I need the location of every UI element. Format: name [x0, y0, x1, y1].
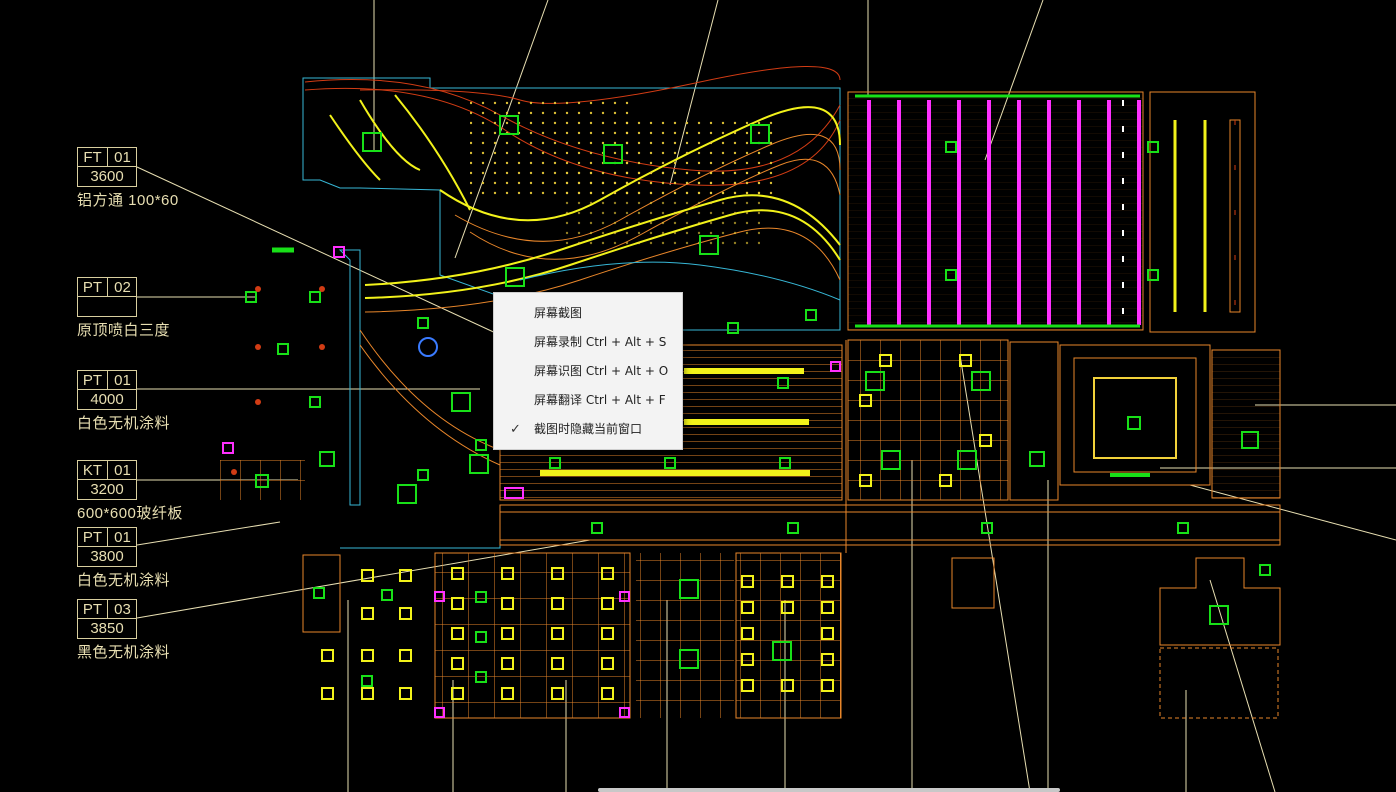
tag-code: KT [78, 461, 108, 480]
tag-number: 01 [108, 528, 137, 547]
screenshot-context-menu: 屏幕截图 屏幕录制 Ctrl + Alt + S 屏幕识图 Ctrl + Alt… [493, 292, 683, 450]
menu-item-label: 屏幕录制 Ctrl + Alt + S [534, 335, 667, 349]
tag-box: KT 01 3200 [77, 460, 137, 500]
material-tag-pt02: PT 02 原顶喷白三度 [77, 277, 170, 340]
tag-number: 03 [108, 600, 137, 619]
tag-number: 01 [108, 371, 137, 390]
material-tag-ft01: FT 01 3600 铝方通 100*60 [77, 147, 179, 210]
tag-box: PT 03 3850 [77, 599, 137, 639]
check-icon: ✓ [510, 422, 521, 437]
tag-number: 02 [108, 278, 137, 297]
tag-height: 3200 [90, 481, 124, 498]
tag-code: PT [78, 371, 108, 390]
menu-item-screenshot[interactable]: 屏幕截图 [494, 299, 682, 328]
tag-height: 3800 [90, 548, 124, 565]
tag-box: FT 01 3600 [77, 147, 137, 187]
menu-item-label: 屏幕翻译 Ctrl + Alt + F [534, 393, 666, 407]
menu-item-label: 屏幕截图 [534, 306, 583, 320]
material-tag-pt01-3800: PT 01 3800 白色无机涂料 [77, 527, 170, 590]
tag-description: 铝方通 100*60 [77, 192, 179, 209]
linear-ceiling-zone [847, 91, 1256, 333]
material-tag-pt03: PT 03 3850 黑色无机涂料 [77, 599, 170, 662]
horizontal-scrollbar[interactable] [598, 788, 1060, 792]
arc-lines [359, 329, 501, 466]
tag-number: 01 [108, 461, 137, 480]
tag-description: 黑色无机涂料 [77, 644, 171, 661]
wave-ceiling-zone [302, 66, 841, 331]
menu-item-screen-record[interactable]: 屏幕录制 Ctrl + Alt + S [494, 328, 682, 357]
menu-item-screen-ocr[interactable]: 屏幕识图 Ctrl + Alt + O [494, 357, 682, 386]
tag-box: PT 01 4000 [77, 370, 137, 410]
tag-box: PT 02 [77, 277, 137, 317]
material-tag-pt01-4000: PT 01 4000 白色无机涂料 [77, 370, 170, 433]
tag-code: FT [78, 148, 108, 167]
tag-description: 原顶喷白三度 [77, 322, 171, 339]
tag-description: 白色无机涂料 [77, 415, 171, 432]
menu-item-label: 屏幕识图 Ctrl + Alt + O [534, 364, 669, 378]
tag-description: 600*600玻纤板 [77, 505, 183, 522]
menu-item-label: 截图时隐藏当前窗口 [534, 422, 643, 436]
tag-height [78, 297, 136, 316]
tag-height: 4000 [90, 391, 124, 408]
tag-description: 白色无机涂料 [77, 572, 171, 589]
tag-box: PT 01 3800 [77, 527, 137, 567]
tag-number: 01 [108, 148, 137, 167]
tag-height: 3600 [90, 168, 124, 185]
cad-drawing-canvas[interactable] [0, 0, 1396, 792]
tag-height: 3850 [90, 620, 124, 637]
tag-code: PT [78, 600, 108, 619]
tag-code: PT [78, 278, 108, 297]
menu-item-screen-translate[interactable]: 屏幕翻译 Ctrl + Alt + F [494, 386, 682, 415]
menu-item-hide-window[interactable]: ✓ 截图时隐藏当前窗口 [494, 415, 682, 444]
tag-code: PT [78, 528, 108, 547]
material-tag-kt01: KT 01 3200 600*600玻纤板 [77, 460, 183, 523]
